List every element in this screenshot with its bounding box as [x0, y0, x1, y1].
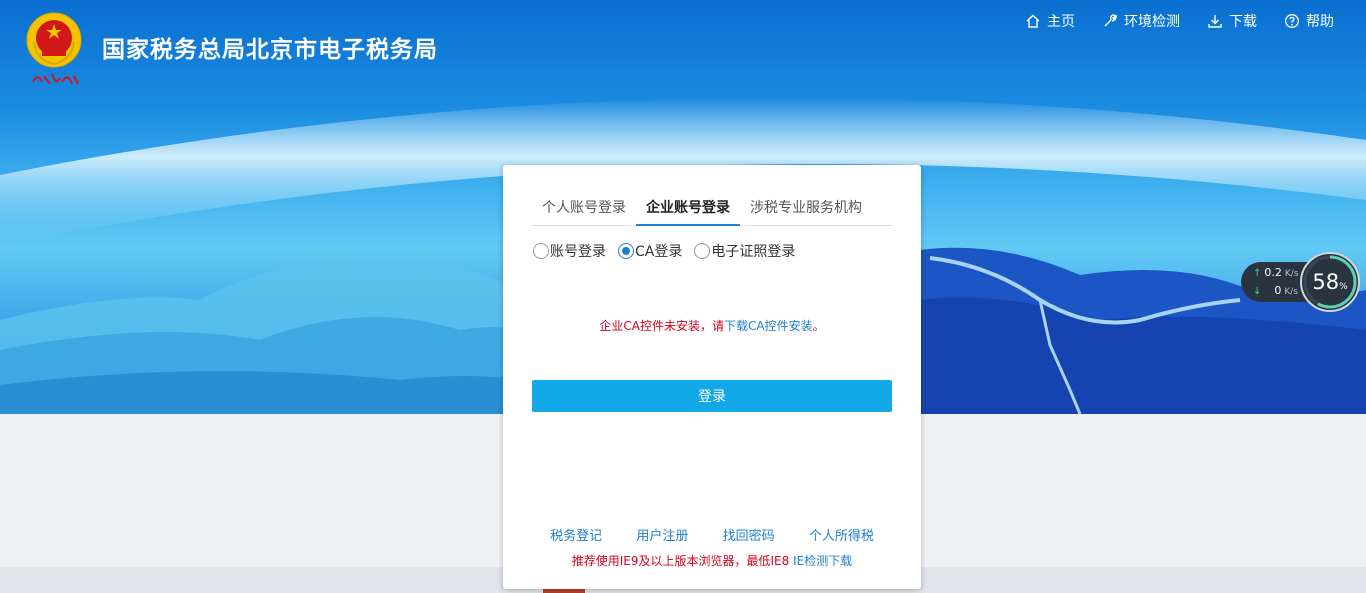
upload-unit: K/s [1284, 269, 1299, 279]
download-speed: ↓ 0 K/s [1253, 284, 1298, 297]
browser-tip: 推荐使用IE9及以上版本浏览器，最低IE8 IE检测下载 [503, 552, 921, 569]
ca-warning-end: 。 [812, 319, 825, 333]
tab-personal-login[interactable]: 个人账号登录 [532, 189, 636, 224]
upload-speed: ↑ 0.2 K/s [1253, 266, 1299, 279]
ie-check-download-link[interactable]: IE检测下载 [793, 554, 852, 568]
link-recover-password[interactable]: 找回密码 [723, 525, 775, 544]
browser-tip-text: 推荐使用IE9及以上版本浏览器，最低IE8 [571, 554, 794, 568]
download-icon [1208, 15, 1222, 28]
ca-warning: 企业CA控件未安装，请下载CA控件安装。 [503, 317, 921, 334]
radio-account-label: 账号登录 [550, 244, 606, 260]
nav-download[interactable]: 下载 [1207, 11, 1257, 31]
radio-account-login[interactable]: 账号登录 [533, 241, 606, 261]
footer-links: 税务登记 用户注册 找回密码 个人所得税 [533, 525, 891, 544]
nav-help[interactable]: 帮助 [1284, 11, 1334, 31]
login-tabs: 个人账号登录 企业账号登录 涉税专业服务机构 [532, 189, 892, 226]
site-title: 国家税务总局北京市电子税务局 [102, 37, 438, 63]
download-value: 0 [1274, 284, 1282, 297]
nav-home-label: 主页 [1047, 14, 1075, 30]
radio-ca-login[interactable]: CA登录 [618, 241, 682, 261]
radio-e-license-login[interactable]: 电子证照登录 [694, 241, 795, 261]
ca-download-link[interactable]: 下载CA控件安装 [724, 319, 813, 333]
link-tax-registration[interactable]: 税务登记 [550, 525, 602, 544]
help-icon [1285, 14, 1299, 28]
nav-env-check-label: 环境检测 [1124, 14, 1180, 30]
radio-e-license-label: 电子证照登录 [711, 244, 796, 260]
china-tax-script-logo [32, 73, 79, 85]
link-user-register[interactable]: 用户注册 [636, 525, 688, 544]
upload-arrow-icon: ↑ [1253, 268, 1262, 279]
download-arrow-icon: ↓ [1253, 286, 1262, 297]
login-panel: 个人账号登录 企业账号登录 涉税专业服务机构 账号登录 CA登录 电子证照登录 … [503, 165, 921, 589]
radio-ca-label: CA登录 [635, 244, 683, 260]
nav-home[interactable]: 主页 [1025, 11, 1075, 31]
wrench-icon [1104, 14, 1118, 27]
login-button[interactable]: 登录 [532, 380, 892, 412]
download-unit: K/s [1284, 287, 1299, 297]
nav-help-label: 帮助 [1306, 14, 1334, 30]
tab-enterprise-login[interactable]: 企业账号登录 [636, 189, 740, 226]
login-method-group: 账号登录 CA登录 电子证照登录 [533, 241, 795, 261]
radio-account-circle[interactable] [533, 243, 549, 259]
nav-download-label: 下载 [1229, 14, 1257, 30]
gauge-percent-value: 58 [1312, 270, 1340, 294]
radio-ca-circle[interactable] [618, 243, 634, 259]
tax-emblem-icon [26, 12, 82, 68]
tab-tax-agency[interactable]: 涉税专业服务机构 [740, 189, 872, 224]
ca-warning-text: 企业CA控件未安装，请 [599, 319, 724, 333]
nav-env-check[interactable]: 环境检测 [1102, 11, 1180, 31]
link-personal-income-tax[interactable]: 个人所得税 [809, 525, 874, 544]
gauge-percent: 58% [1302, 270, 1358, 294]
radio-e-license-circle[interactable] [694, 243, 711, 259]
home-icon [1026, 14, 1040, 28]
top-navigation: 主页 环境检测 下载 帮助 [1025, 11, 1334, 31]
footer-emblem-peek [543, 589, 585, 593]
memory-gauge[interactable]: 58% [1300, 252, 1360, 312]
gauge-percent-sign: % [1339, 282, 1348, 292]
upload-value: 0.2 [1264, 266, 1282, 279]
